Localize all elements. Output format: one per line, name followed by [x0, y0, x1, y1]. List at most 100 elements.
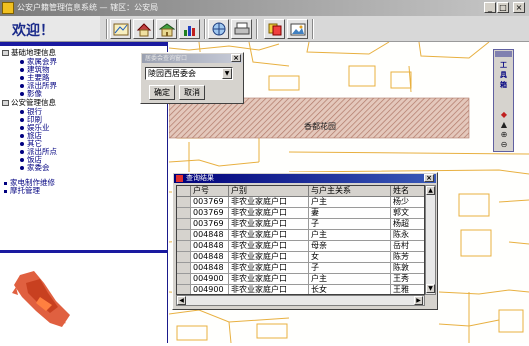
table-cell[interactable]: 非农业家庭户口 — [229, 263, 309, 274]
pointer-icon[interactable]: ▲ — [498, 120, 510, 130]
horizontal-scrollbar[interactable]: ◀ ▶ — [176, 295, 425, 306]
scroll-up-icon[interactable]: ▲ — [426, 186, 435, 195]
results-close-button[interactable]: × — [424, 174, 434, 182]
building-icon[interactable] — [156, 19, 177, 39]
table-cell[interactable]: 女 — [309, 252, 391, 263]
folder-icon — [2, 100, 9, 106]
row-selector[interactable] — [177, 263, 191, 274]
house-icon[interactable] — [133, 19, 154, 39]
column-header[interactable]: 与户主关系 — [309, 186, 391, 197]
photo-icon[interactable] — [287, 19, 308, 39]
table-cell[interactable]: 杨少 — [391, 197, 424, 208]
table-cell[interactable]: 户主 — [309, 197, 391, 208]
app-icon — [2, 2, 14, 14]
table-cell[interactable]: 非农业家庭户口 — [229, 241, 309, 252]
palette-title: 工具箱 — [500, 61, 507, 89]
print-icon[interactable] — [231, 19, 252, 39]
title-bar: 公安户籍管理信息系统 — 辖区：公安局 _ □ × — [0, 0, 529, 16]
table-cell[interactable]: 妻 — [309, 208, 391, 219]
scroll-left-icon[interactable]: ◀ — [177, 296, 186, 305]
welcome-text: 欢迎！ — [12, 23, 54, 39]
bullet-icon — [20, 166, 24, 170]
chart-icon[interactable] — [179, 19, 200, 39]
window-title: 公安户籍管理信息系统 — 辖区：公安局 — [17, 3, 159, 12]
table-cell[interactable]: 郭文 — [391, 208, 424, 219]
table-cell[interactable]: 非农业家庭户口 — [229, 219, 309, 230]
table-cell[interactable]: 子 — [309, 219, 391, 230]
minimize-button[interactable]: _ — [484, 2, 496, 13]
globe-icon[interactable] — [208, 19, 229, 39]
overview-map[interactable] — [0, 250, 168, 343]
table-cell[interactable]: 004848 — [191, 263, 229, 274]
table-cell[interactable]: 户主 — [309, 274, 391, 285]
column-header[interactable]: 户号 — [191, 186, 229, 197]
zoom-in-icon[interactable]: ⊕ — [498, 130, 510, 140]
close-button[interactable]: × — [513, 2, 525, 13]
tree-extra-item[interactable]: 摩托管理 — [4, 185, 40, 196]
table-cell[interactable]: 岳村 — [391, 241, 424, 252]
table-cell[interactable]: 004900 — [191, 274, 229, 285]
map-region-xiangdu[interactable] — [169, 97, 470, 139]
toolbar-separator — [106, 19, 108, 39]
table-cell[interactable]: 长女 — [309, 285, 391, 294]
palette-title-bar — [495, 51, 512, 57]
query-results-window: 查询结果 × 户号 户别 与户主关系 姓名 003769 非农业家庭户口 户主 杨少 0… — [172, 172, 438, 310]
welcome-banner: 欢迎！ — [0, 16, 100, 42]
table-cell[interactable]: 王秀 — [391, 274, 424, 285]
palette-icon[interactable]: ◆ — [498, 110, 510, 120]
table-cell[interactable]: 陈永 — [391, 230, 424, 241]
table-cell[interactable]: 非农业家庭户口 — [229, 274, 309, 285]
table-cell[interactable]: 非农业家庭户口 — [229, 285, 309, 294]
table-cell[interactable]: 子 — [309, 263, 391, 274]
table-cell[interactable]: 王雅 — [391, 285, 424, 294]
row-selector[interactable] — [177, 219, 191, 230]
table-cell[interactable]: 非农业家庭户口 — [229, 252, 309, 263]
table-cell[interactable]: 003769 — [191, 219, 229, 230]
toolbar-separator — [256, 19, 258, 39]
chevron-down-icon[interactable]: ▼ — [222, 68, 232, 79]
table-cell[interactable]: 004900 — [191, 285, 229, 294]
layers-icon[interactable] — [264, 19, 285, 39]
table-corner — [177, 186, 191, 197]
row-selector[interactable] — [177, 197, 191, 208]
table-cell[interactable]: 陈芳 — [391, 252, 424, 263]
table-cell[interactable]: 003769 — [191, 197, 229, 208]
scroll-down-icon[interactable]: ▼ — [426, 284, 435, 293]
map-area-label: 香都花园 — [304, 122, 336, 131]
column-header[interactable]: 姓名 — [391, 186, 424, 197]
table-cell[interactable]: 004848 — [191, 252, 229, 263]
dialog-close-button[interactable]: × — [231, 54, 241, 62]
neighborhood-select[interactable]: 陵园西居委会 ▼ — [145, 67, 233, 80]
map-icon[interactable] — [110, 19, 131, 39]
vertical-scrollbar[interactable]: ▲ ▼ — [425, 185, 436, 295]
column-header[interactable]: 户别 — [229, 186, 309, 197]
scroll-right-icon[interactable]: ▶ — [414, 296, 423, 305]
toolbar-separator — [204, 19, 206, 39]
table-cell[interactable]: 非农业家庭户口 — [229, 230, 309, 241]
row-selector[interactable] — [177, 241, 191, 252]
neighborhood-dialog: 居委会查询窗口 × 陵园西居委会 ▼ 确定 取消 — [140, 52, 244, 104]
row-selector[interactable] — [177, 208, 191, 219]
table-cell[interactable]: 004848 — [191, 230, 229, 241]
maximize-button[interactable]: □ — [497, 2, 509, 13]
table-cell[interactable]: 非农业家庭户口 — [229, 197, 309, 208]
table-cell[interactable]: 非农业家庭户口 — [229, 208, 309, 219]
row-selector[interactable] — [177, 285, 191, 294]
tree-item[interactable]: 家委会 — [20, 162, 50, 173]
table-cell[interactable]: 陈敦 — [391, 263, 424, 274]
ok-button[interactable]: 确定 — [149, 85, 175, 100]
table-cell[interactable]: 母亲 — [309, 241, 391, 252]
table-cell[interactable]: 003769 — [191, 208, 229, 219]
results-table[interactable]: 户号 户别 与户主关系 姓名 003769 非农业家庭户口 户主 杨少 003769 非农… — [176, 185, 425, 295]
row-selector[interactable] — [177, 252, 191, 263]
row-selector[interactable] — [177, 230, 191, 241]
table-cell[interactable]: 户主 — [309, 230, 391, 241]
table-cell[interactable]: 杨超 — [391, 219, 424, 230]
toolbar-separator — [312, 19, 314, 39]
select-value: 陵园西居委会 — [148, 69, 196, 78]
row-selector[interactable] — [177, 274, 191, 285]
results-title: 查询结果 — [186, 174, 214, 182]
table-cell[interactable]: 004848 — [191, 241, 229, 252]
cancel-button[interactable]: 取消 — [179, 85, 205, 100]
zoom-out-icon[interactable]: ⊖ — [498, 140, 510, 150]
